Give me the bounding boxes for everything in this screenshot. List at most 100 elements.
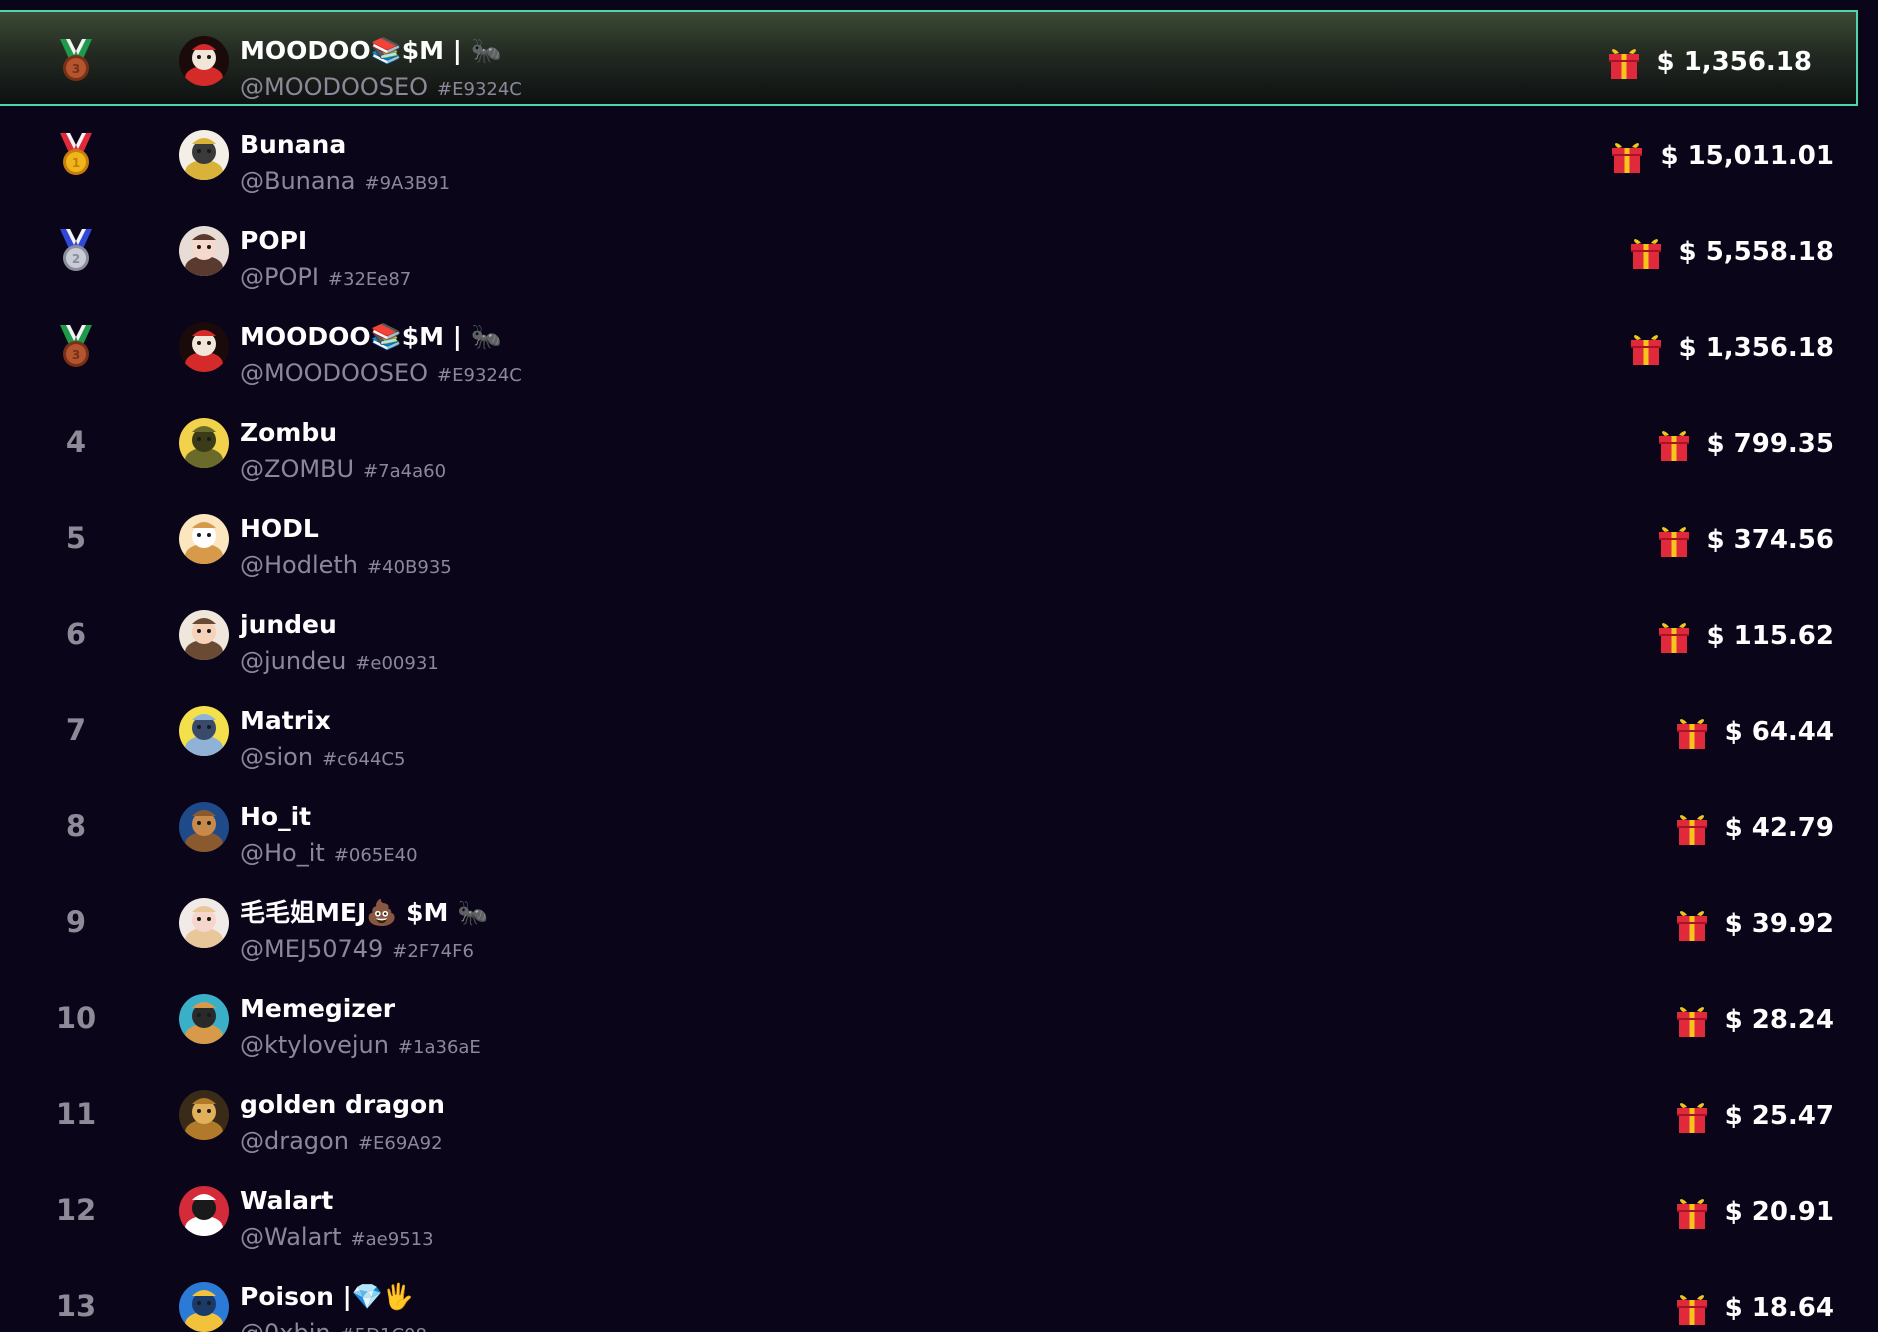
- user-handle: @MEJ50749: [240, 935, 384, 963]
- cartoon-boy-avatar[interactable]: [179, 610, 229, 660]
- display-name[interactable]: POPI: [240, 226, 307, 256]
- rank-number: 10: [55, 1001, 97, 1035]
- prize: $ 42.79: [1675, 808, 1834, 848]
- golden-dragon-avatar[interactable]: [179, 1090, 229, 1140]
- brown-cat-avatar[interactable]: [179, 802, 229, 852]
- prize: $ 115.62: [1657, 616, 1834, 656]
- display-name[interactable]: 毛毛姐MEJ💩 $M 🐜: [240, 898, 488, 928]
- display-name[interactable]: Ho_it: [240, 802, 311, 832]
- handle-line: @Walart #ae9513: [240, 1222, 434, 1255]
- prize-amount: $ 1,356.18: [1678, 333, 1834, 363]
- rank: 1: [40, 106, 112, 202]
- display-name[interactable]: jundeu: [240, 610, 337, 640]
- prize-amount: $ 15,011.01: [1660, 141, 1834, 171]
- rank: 5: [40, 490, 112, 586]
- sunglasses-mascot-avatar[interactable]: [179, 1186, 229, 1236]
- rank-number: 8: [65, 809, 87, 843]
- prize-amount: $ 799.35: [1706, 429, 1834, 459]
- svg-text:1: 1: [72, 156, 80, 170]
- user-handle: @Hodleth: [240, 551, 359, 579]
- blue-face-avatar[interactable]: [179, 706, 229, 756]
- gift-icon: [1657, 522, 1707, 558]
- handle-line: @MOODOOSEO #E9324C: [240, 72, 522, 105]
- leaderboard-row[interactable]: 12 Walart @Walart #ae9513 $ 20.91: [0, 1162, 1878, 1258]
- display-name[interactable]: MOODOO📚$M | 🐜: [240, 36, 502, 66]
- capybara-avatar[interactable]: [179, 514, 229, 564]
- user-handle: @dragon: [240, 1127, 349, 1155]
- handle-line: @0xbin #5D1C08: [240, 1318, 427, 1332]
- user-tag: #7a4a60: [363, 461, 447, 482]
- prize-amount: $ 28.24: [1724, 1005, 1834, 1035]
- display-name[interactable]: Poison |💎🖐: [240, 1282, 414, 1312]
- gift-icon: [1657, 426, 1707, 462]
- user-handle: @MOODOOSEO: [240, 359, 429, 387]
- gift-icon: [1629, 234, 1679, 270]
- rank: 11: [40, 1066, 112, 1162]
- handle-line: @ZOMBU #7a4a60: [240, 454, 446, 487]
- anime-girl-avatar[interactable]: [179, 226, 229, 276]
- handle-line: @Hodleth #40B935: [240, 550, 452, 583]
- blue-bird-avatar[interactable]: [179, 1282, 229, 1332]
- rank: 2: [40, 202, 112, 298]
- prize: $ 25.47: [1675, 1096, 1834, 1136]
- display-name[interactable]: HODL: [240, 514, 319, 544]
- gold-medal-icon: 1: [56, 131, 96, 177]
- rank-number: 9: [65, 905, 87, 939]
- prize: $ 18.64: [1675, 1288, 1834, 1328]
- gift-icon: [1675, 1194, 1725, 1230]
- leaderboard-row[interactable]: 2 POPI @POPI #32Ee87 $ 5,558.18: [0, 202, 1878, 298]
- blonde-girl-avatar[interactable]: [179, 898, 229, 948]
- user-tag: #40B935: [367, 557, 452, 578]
- handle-line: @dragon #E69A92: [240, 1126, 443, 1159]
- zombie-frog-avatar[interactable]: [179, 418, 229, 468]
- prize: $ 1,356.18: [1629, 328, 1834, 368]
- leaderboard-row[interactable]: 4 Zombu @ZOMBU #7a4a60 $ 799.35: [0, 394, 1878, 490]
- display-name[interactable]: Matrix: [240, 706, 331, 736]
- user-handle: @Ho_it: [240, 839, 325, 867]
- leaderboard-row[interactable]: 13 Poison |💎🖐 @0xbin #5D1C08 $ 18.64: [0, 1258, 1878, 1332]
- red-hat-character-avatar[interactable]: [179, 322, 229, 372]
- bronze-medal-icon: 3: [56, 323, 96, 369]
- handle-line: @Ho_it #065E40: [240, 838, 418, 871]
- red-hat-character-avatar[interactable]: [179, 36, 229, 86]
- prize-amount: $ 39.92: [1724, 909, 1834, 939]
- display-name[interactable]: golden dragon: [240, 1090, 445, 1120]
- user-tag: #e00931: [355, 653, 439, 674]
- leaderboard-row[interactable]: 11 golden dragon @dragon #E69A92 $ 25.47: [0, 1066, 1878, 1162]
- handle-line: @POPI #32Ee87: [240, 262, 411, 295]
- leaderboard-row[interactable]: 10 Memegizer @ktylovejun #1a36aE $ 28.24: [0, 970, 1878, 1066]
- leaderboard-row[interactable]: 8 Ho_it @Ho_it #065E40 $ 42.79: [0, 778, 1878, 874]
- user-tag: #E69A92: [357, 1133, 443, 1154]
- prize: $ 5,558.18: [1629, 232, 1834, 272]
- rank: 4: [40, 394, 112, 490]
- display-name[interactable]: Walart: [240, 1186, 333, 1216]
- user-tag: #ae9513: [350, 1229, 434, 1250]
- rank-number: 5: [65, 521, 87, 555]
- display-name[interactable]: Memegizer: [240, 994, 395, 1024]
- leaderboard-row[interactable]: 9 毛毛姐MEJ💩 $M 🐜 @MEJ50749 #2F74F6 $ 39.92: [0, 874, 1878, 970]
- display-name[interactable]: Bunana: [240, 130, 346, 160]
- prize-amount: $ 18.64: [1724, 1293, 1834, 1323]
- banana-character-avatar[interactable]: [179, 130, 229, 180]
- rank: 7: [40, 682, 112, 778]
- capybara-hat-avatar[interactable]: [179, 994, 229, 1044]
- user-tag: #9A3B91: [364, 173, 451, 194]
- prize-amount: $ 25.47: [1724, 1101, 1834, 1131]
- leaderboard-row[interactable]: 3 MOODOO📚$M | 🐜 @MOODOOSEO #E9324C $ 1,356…: [0, 298, 1878, 394]
- display-name[interactable]: Zombu: [240, 418, 337, 448]
- gift-icon: [1610, 138, 1660, 174]
- user-handle: @POPI: [240, 263, 319, 291]
- leaderboard-row[interactable]: 7 Matrix @sion #c644C5 $ 64.44: [0, 682, 1878, 778]
- rank: 8: [40, 778, 112, 874]
- user-handle: @MOODOOSEO: [240, 73, 429, 101]
- leaderboard-row[interactable]: 6 jundeu @jundeu #e00931 $ 115.62: [0, 586, 1878, 682]
- current-user-row[interactable]: 3 MOODOO📚$M | 🐜 @MOODOOSEO #E9324C $ 1,356…: [0, 10, 1858, 106]
- leaderboard-row[interactable]: 5 HODL @Hodleth #40B935 $ 374.56: [0, 490, 1878, 586]
- prize: $ 374.56: [1657, 520, 1834, 560]
- prize: $ 64.44: [1675, 712, 1834, 752]
- svg-text:2: 2: [72, 252, 80, 266]
- rank: 3: [40, 298, 112, 394]
- display-name[interactable]: MOODOO📚$M | 🐜: [240, 322, 502, 352]
- handle-line: @MEJ50749 #2F74F6: [240, 934, 474, 967]
- leaderboard-row[interactable]: 1 Bunana @Bunana #9A3B91 $ 15,011.01: [0, 106, 1878, 202]
